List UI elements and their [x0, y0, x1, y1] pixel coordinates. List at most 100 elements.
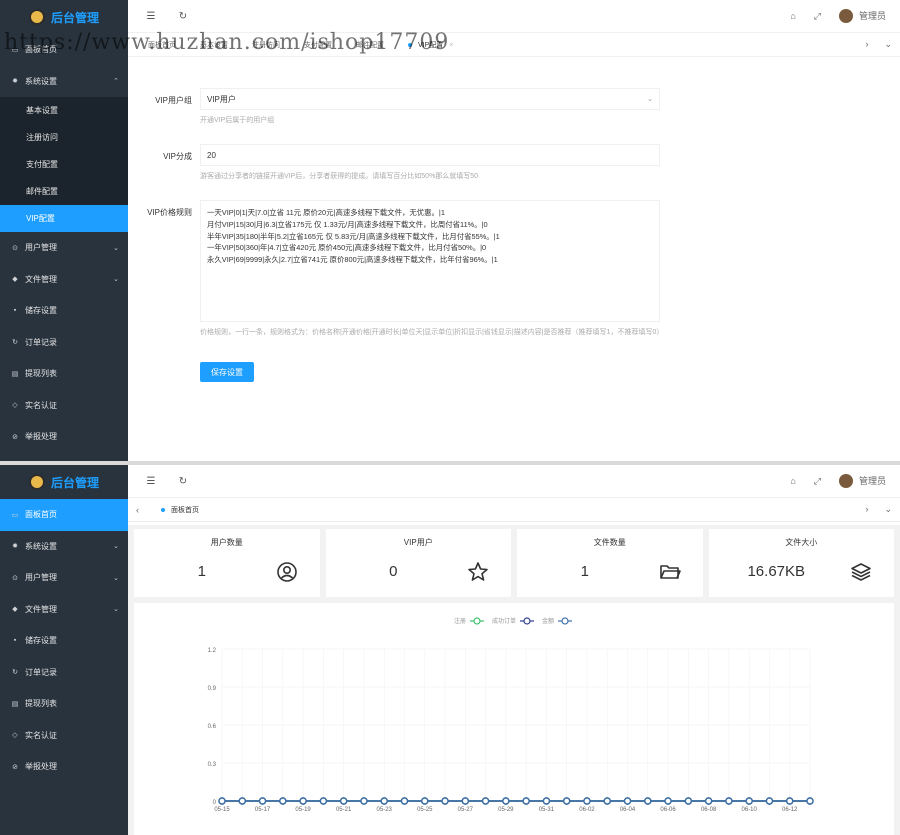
close-icon[interactable]: ×	[449, 42, 453, 49]
user-menu[interactable]: 管理员	[838, 9, 886, 24]
sidebar-item-6[interactable]: ⊘ 举报处理	[0, 421, 128, 453]
sidebar-item-4[interactable]: ▤ 提现列表	[0, 358, 128, 390]
sidebar-item-0[interactable]: ⊙ 用户管理 ⌄	[0, 232, 128, 264]
fullscreen-icon[interactable]: ⤢	[814, 11, 821, 22]
x-tick-label: 06-08	[701, 807, 717, 813]
tabs-bar: ‹ 面板首页 › ⌄	[128, 497, 900, 522]
rules-label: VIP价格规则	[147, 208, 192, 217]
logo-icon	[28, 474, 45, 490]
data-point	[684, 797, 693, 805]
chevron-up-icon: ⌃	[113, 78, 119, 86]
x-tick-label: 06-02	[579, 807, 595, 813]
app-title: 后台管理	[50, 475, 99, 490]
x-tick-label: 06-06	[660, 807, 676, 813]
submenu-item-4[interactable]: VIP配置	[0, 205, 128, 232]
submenu-item-0[interactable]: 基本设置	[0, 97, 128, 124]
sidebar-item-0[interactable]: ▭ 面板首页	[0, 499, 128, 531]
sidebar-item-label: 实名认证	[25, 730, 57, 740]
data-point	[664, 797, 672, 805]
home-icon[interactable]: ⌂	[790, 476, 795, 486]
stat-value: 1	[197, 563, 206, 580]
vip-form: VIP用户组 VIP用户 ⌄ 开通VIP后属于的用户组 VIP分成 20 游客通…	[140, 88, 663, 382]
box-icon: ◆	[12, 276, 18, 284]
sidebar-item-4[interactable]: ▪ 储存设置	[0, 625, 128, 657]
order-icon: ↻	[12, 339, 18, 347]
sidebar-item-label: 订单记录	[25, 337, 57, 347]
refresh-icon[interactable]: ↻	[174, 11, 192, 22]
sidebar-item-1[interactable]: ✹ 系统设置 ⌄	[0, 531, 128, 563]
data-point	[461, 797, 470, 805]
sidebar-item-1[interactable]: ✹ 系统设置 ⌃	[0, 65, 128, 97]
chevron-down-icon[interactable]: ⌄	[884, 504, 892, 515]
sidebar-item-label: 用户管理	[25, 573, 57, 583]
sidebar-item-label: 实名认证	[25, 400, 57, 410]
menu-toggle-icon[interactable]: ☰	[142, 11, 160, 22]
submenu-item-3[interactable]: 邮件配置	[0, 178, 128, 205]
data-point	[339, 797, 348, 805]
submenu-item-2[interactable]: 支付配置	[0, 151, 128, 178]
stat-card: 用户数量 1	[134, 529, 320, 597]
sidebar-item-6[interactable]: ▤ 提现列表	[0, 688, 128, 720]
sidebar-item-5[interactable]: ◇ 实名认证	[0, 390, 128, 422]
stat-title: 文件数量	[593, 538, 626, 547]
star-icon	[468, 562, 488, 581]
stat-card: 文件数量 1	[517, 529, 703, 597]
stat-card: VIP用户 0	[325, 529, 511, 597]
sidebar-item-7[interactable]: ◇ 实名认证	[0, 720, 128, 752]
storage-icon: ▪	[13, 637, 17, 645]
fullscreen-icon[interactable]: ⤢	[814, 476, 821, 487]
logo: 后台管理	[0, 465, 128, 499]
sidebar-item-3[interactable]: ◆ 文件管理 ⌄	[0, 594, 128, 626]
data-point	[542, 797, 551, 805]
system-submenu: 基本设置 注册访问 支付配置 邮件配置 VIP配置	[0, 97, 128, 232]
shield-icon: ◇	[12, 402, 18, 410]
chevron-left-icon[interactable]: ‹	[136, 505, 139, 515]
sidebar-item-label: 举报处理	[25, 762, 57, 772]
line-chart: 0 0.3 0.6 0.9 1.2 05-15 05-17 05-19 05-21 05-23 05…	[208, 617, 814, 813]
home-icon[interactable]: ⌂	[790, 11, 795, 21]
sidebar-item-2[interactable]: ▪ 储存设置	[0, 295, 128, 327]
legend-marker	[561, 617, 569, 625]
refresh-icon[interactable]: ↻	[174, 476, 192, 487]
chevron-down-icon[interactable]: ⌄	[884, 39, 892, 50]
x-tick-label: 05-31	[539, 807, 555, 813]
data-point	[258, 797, 267, 805]
data-point	[380, 797, 388, 805]
save-button[interactable]: 保存设置	[200, 362, 254, 382]
sidebar-item-2[interactable]: ⊙ 用户管理 ⌄	[0, 562, 128, 594]
x-tick-label: 06-04	[620, 807, 636, 813]
vip-group-select[interactable]: VIP用户 ⌄	[200, 88, 660, 110]
dashboard-icon: ▭	[11, 511, 19, 519]
share-help: 游客通过分享者的链接开通VIP后，分享者获得的提成。请填写百分比如50%那么就填…	[200, 173, 479, 180]
active-dot-icon	[161, 507, 165, 512]
chevron-right-icon[interactable]: ›	[865, 39, 868, 50]
data-point	[765, 797, 774, 805]
sidebar-item-3[interactable]: ↻ 订单记录	[0, 327, 128, 359]
legend-label: 金额	[542, 617, 554, 625]
report-icon: ⊘	[12, 763, 18, 771]
gear-icon: ✹	[12, 78, 18, 86]
gear-icon: ✹	[12, 543, 18, 551]
stat-value: 1	[580, 563, 589, 580]
sidebar-item-label: 用户管理	[25, 243, 57, 253]
sidebar-item-label: 系统设置	[25, 541, 57, 551]
vip-share-input[interactable]: 20	[200, 144, 660, 166]
sidebar-item-8[interactable]: ⊘ 举报处理	[0, 751, 128, 783]
sidebar-item-5[interactable]: ↻ 订单记录	[0, 657, 128, 689]
sidebar-item-1[interactable]: ◆ 文件管理 ⌄	[0, 264, 128, 296]
x-tick-label: 05-17	[255, 807, 271, 813]
vip-group-value: VIP用户	[207, 94, 236, 104]
tab-dashboard[interactable]: 面板首页	[161, 505, 199, 515]
user-menu[interactable]: 管理员	[838, 474, 886, 489]
data-point	[400, 797, 409, 805]
menu-toggle-icon[interactable]: ☰	[142, 476, 160, 487]
vip-rules-textarea[interactable]: 一天VIP|0|1|天|7.0|立省 11元 原价20元|高速多线程下载文件，无…	[200, 200, 660, 322]
data-point	[299, 797, 307, 805]
sidebar-item-label: 文件管理	[25, 274, 57, 284]
legend-marker	[523, 617, 531, 625]
submenu-item-1[interactable]: 注册访问	[0, 124, 128, 151]
sidebar-item-label: 订单记录	[25, 667, 57, 677]
report-icon: ⊘	[12, 433, 18, 441]
chevron-right-icon[interactable]: ›	[865, 504, 868, 515]
sidebar-item-label: 提现列表	[25, 369, 57, 379]
